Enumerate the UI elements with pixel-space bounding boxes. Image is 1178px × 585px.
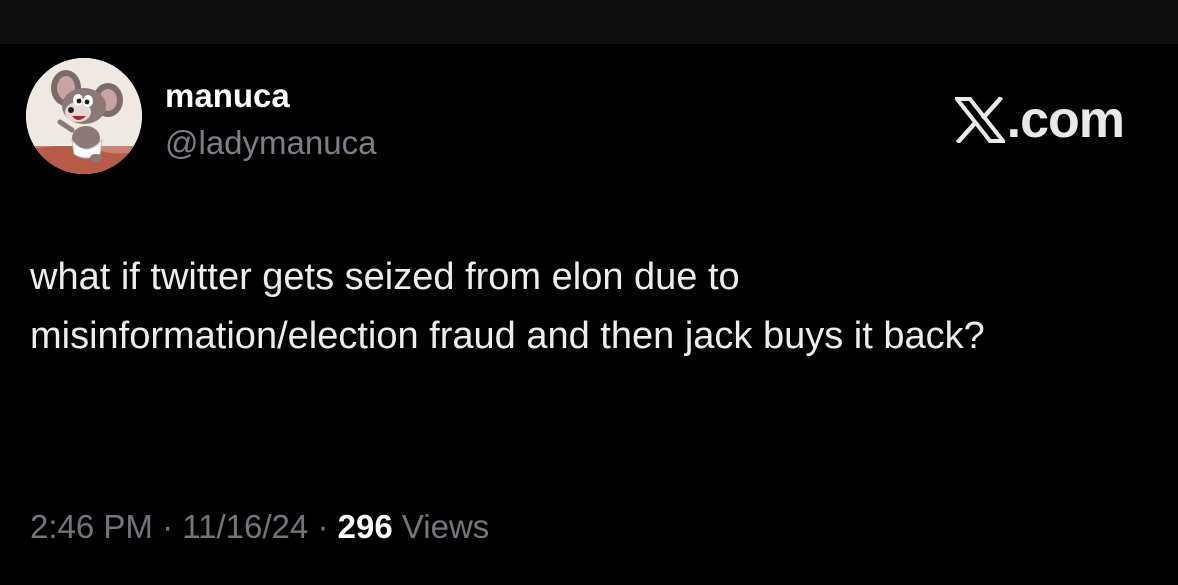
cartoon-mouse-avatar bbox=[26, 58, 142, 174]
tweet-meta: 2:46 PM · 11/16/24 · 296 Views bbox=[30, 507, 489, 547]
top-strip bbox=[0, 0, 1178, 44]
brand-watermark: .com bbox=[954, 91, 1125, 149]
tweet-text: what if twitter gets seized from elon du… bbox=[30, 256, 985, 357]
x-logo-icon bbox=[954, 97, 1005, 143]
views-label: Views bbox=[401, 508, 490, 545]
tweet-time[interactable]: 2:46 PM bbox=[30, 508, 153, 545]
brand-domain-text: .com bbox=[1006, 91, 1125, 149]
avatar[interactable] bbox=[26, 58, 142, 174]
author-handle[interactable]: @ladymanuca bbox=[165, 124, 376, 162]
meta-separator: · bbox=[317, 508, 329, 545]
author-display-name[interactable]: manuca bbox=[165, 78, 290, 114]
views-count[interactable]: 296 bbox=[338, 508, 393, 545]
tweet-date[interactable]: 11/16/24 bbox=[182, 508, 308, 545]
meta-separator: · bbox=[162, 508, 174, 545]
